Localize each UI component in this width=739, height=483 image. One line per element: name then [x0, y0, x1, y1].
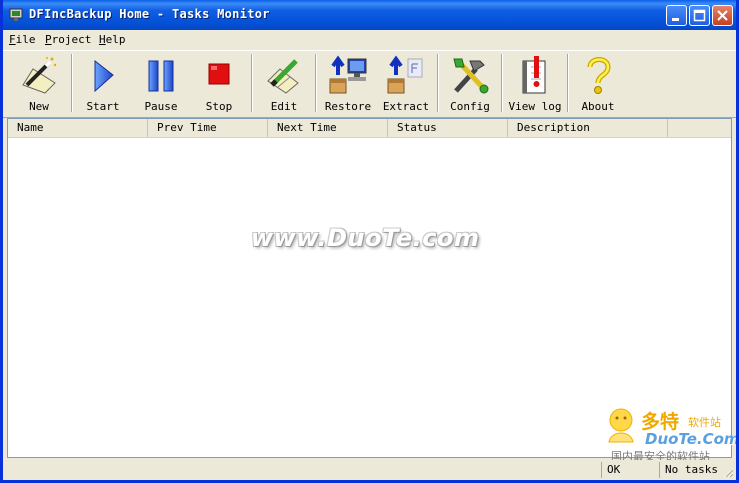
- new-button[interactable]: New: [9, 51, 69, 115]
- new-label: New: [29, 100, 49, 113]
- stop-icon: [208, 63, 230, 85]
- extract-button[interactable]: Extract: [377, 51, 435, 115]
- maximize-icon: [693, 9, 706, 22]
- help-icon: [587, 57, 611, 94]
- column-name[interactable]: Name: [8, 119, 148, 137]
- close-button[interactable]: [712, 5, 733, 26]
- restore-label: Restore: [324, 100, 372, 113]
- edit-button[interactable]: Edit: [255, 51, 313, 115]
- minimize-icon: [672, 18, 679, 21]
- toolbar-separator: [437, 54, 439, 112]
- about-label: About: [581, 100, 615, 113]
- menu-file-label: ile: [15, 33, 36, 46]
- stop-button[interactable]: Stop: [191, 51, 247, 115]
- pause-label: Pause: [144, 100, 178, 113]
- close-icon: [717, 10, 728, 21]
- view-log-label: View log: [508, 100, 562, 113]
- status-tasks: No tasks: [665, 463, 718, 476]
- menu-project[interactable]: Project: [45, 33, 91, 46]
- mascot-icon: [608, 408, 634, 443]
- menu-project-accel: P: [45, 33, 52, 46]
- toolbar: New Start Pause Stop Edit Restore Extrac…: [3, 50, 736, 118]
- menu-project-label: roject: [51, 33, 92, 46]
- menu-help-label: elp: [105, 33, 126, 46]
- column-filler: [668, 119, 731, 137]
- title-bar[interactable]: DFIncBackup Home - Tasks Monitor: [3, 0, 736, 30]
- resize-grip-icon[interactable]: [722, 466, 734, 478]
- toolbar-separator: [315, 54, 317, 112]
- status-divider: [601, 462, 602, 478]
- column-prev-time[interactable]: Prev Time: [148, 119, 268, 137]
- logo-domain: DuoTe.Com: [645, 430, 739, 448]
- menu-help[interactable]: Help: [99, 33, 126, 46]
- edit-icon: [267, 59, 299, 94]
- play-icon: [94, 59, 114, 93]
- window-title: DFIncBackup Home - Tasks Monitor: [29, 7, 270, 21]
- toolbar-separator: [71, 54, 73, 112]
- app-icon[interactable]: [8, 7, 24, 23]
- column-next-time[interactable]: Next Time: [268, 119, 388, 137]
- edit-label: Edit: [270, 100, 298, 113]
- column-description[interactable]: Description: [508, 119, 668, 137]
- pause-icon: [148, 60, 174, 92]
- watermark-text: www.DuoTe.com: [251, 224, 480, 252]
- config-label: Config: [450, 100, 490, 113]
- about-button[interactable]: About: [571, 51, 625, 115]
- stop-label: Stop: [205, 100, 233, 113]
- status-bar: OK No tasks: [3, 460, 736, 480]
- config-icon: [453, 58, 489, 94]
- maximize-button[interactable]: [689, 5, 710, 26]
- app-window: DFIncBackup Home - Tasks Monitor File Pr…: [0, 0, 739, 483]
- extract-icon: [387, 55, 423, 94]
- extract-label: Extract: [382, 100, 430, 113]
- restore-button[interactable]: Restore: [319, 51, 377, 115]
- list-header: Name Prev Time Next Time Status Descript…: [8, 119, 731, 138]
- toolbar-separator: [251, 54, 253, 112]
- start-button[interactable]: Start: [75, 51, 131, 115]
- menu-file[interactable]: File: [9, 33, 36, 46]
- wand-icon: [22, 57, 57, 94]
- logo-subtitle: 软件站: [688, 416, 721, 429]
- toolbar-separator: [567, 54, 569, 112]
- minimize-button[interactable]: [666, 5, 687, 26]
- view-log-button[interactable]: View log: [505, 51, 565, 115]
- restore-icon: [329, 55, 367, 94]
- menu-help-accel: H: [99, 33, 106, 46]
- site-logo: 多特 软件站 DuoTe.Com 国内最安全的软件站: [601, 404, 736, 464]
- status-ok: OK: [607, 463, 621, 476]
- menu-bar: File Project Help: [3, 30, 736, 50]
- menu-file-accel: F: [9, 33, 16, 46]
- config-button[interactable]: Config: [441, 51, 499, 115]
- view-log-icon: [522, 56, 546, 94]
- toolbar-separator: [501, 54, 503, 112]
- start-label: Start: [86, 100, 120, 113]
- status-divider: [659, 462, 660, 478]
- pause-button[interactable]: Pause: [133, 51, 189, 115]
- column-status[interactable]: Status: [388, 119, 508, 137]
